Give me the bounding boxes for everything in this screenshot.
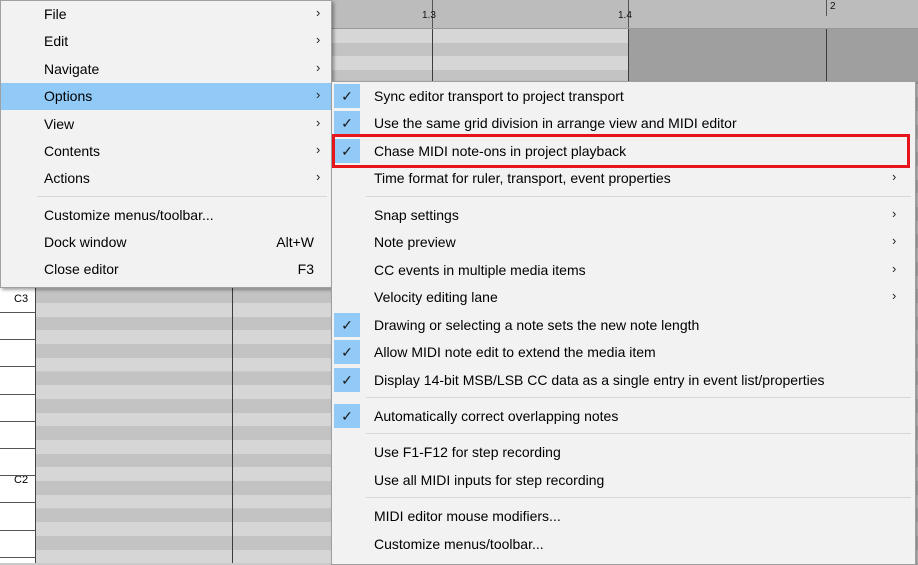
- chevron-right-icon: ›: [892, 206, 897, 221]
- piano-key-divider: [0, 475, 35, 477]
- checkmark-icon: ✓: [334, 404, 360, 428]
- menu-item-label: Sync editor transport to project transpo…: [374, 88, 624, 104]
- piano-key-divider: [0, 312, 35, 313]
- menu-item-label: File: [44, 6, 67, 22]
- ruler-label-1-4: 1.4: [618, 10, 632, 21]
- option-customize-menus[interactable]: Customize menus/toolbar...: [332, 531, 915, 557]
- piano-key-divider: [0, 502, 35, 504]
- chevron-right-icon: ›: [316, 115, 321, 130]
- piano-key-divider: [0, 339, 35, 341]
- piano-key-divider: [0, 529, 35, 531]
- option-same-grid-division[interactable]: ✓ Use the same grid division in arrange …: [332, 110, 915, 136]
- option-14bit-cc-single-entry[interactable]: ✓ Display 14-bit MSB/LSB CC data as a si…: [332, 367, 915, 393]
- menu-item-dock-window[interactable]: Dock window Alt+W: [1, 229, 331, 255]
- menu-item-contents[interactable]: Contents ›: [1, 138, 331, 164]
- piano-key-divider: [0, 556, 35, 558]
- checkmark-icon: ✓: [334, 111, 360, 135]
- piano-key-divider: [0, 393, 35, 395]
- menu-separator: [366, 497, 911, 498]
- chevron-right-icon: ›: [892, 169, 897, 184]
- menu-item-label: Note preview: [374, 234, 456, 250]
- chevron-right-icon: ›: [892, 261, 897, 276]
- option-extend-media-item[interactable]: ✓ Allow MIDI note edit to extend the med…: [332, 339, 915, 365]
- option-velocity-editing-lane[interactable]: Velocity editing lane ›: [332, 284, 915, 310]
- chevron-right-icon: ›: [316, 142, 321, 157]
- menu-item-close-editor[interactable]: Close editor F3: [1, 256, 331, 282]
- piano-key-divider: [0, 448, 35, 449]
- menu-separator: [366, 397, 911, 398]
- menu-item-file[interactable]: File ›: [1, 1, 331, 27]
- midi-editor-menu: File › Edit › Navigate › Options › View …: [0, 0, 332, 288]
- option-note-preview[interactable]: Note preview ›: [332, 229, 915, 255]
- menu-item-label: Drawing or selecting a note sets the new…: [374, 317, 700, 333]
- piano-key-divider: [0, 420, 35, 422]
- shortcut-label: F3: [297, 261, 314, 277]
- checkmark-icon: ✓: [334, 368, 360, 392]
- chevron-right-icon: ›: [892, 288, 897, 303]
- menu-item-label: Use F1-F12 for step recording: [374, 444, 561, 460]
- menu-item-label: Allow MIDI note edit to extend the media…: [374, 344, 656, 360]
- grid-shaded-region: [628, 29, 918, 84]
- menu-item-actions[interactable]: Actions ›: [1, 165, 331, 191]
- menu-item-label: MIDI editor mouse modifiers...: [374, 508, 561, 524]
- checkmark-icon: ✓: [334, 313, 360, 337]
- menu-item-label: Customize menus/toolbar...: [374, 536, 544, 552]
- menu-item-label: Customize menus/toolbar...: [44, 207, 214, 223]
- ruler-label-1-3: 1.3: [422, 10, 436, 21]
- menu-item-label: Velocity editing lane: [374, 289, 498, 305]
- chevron-right-icon: ›: [316, 169, 321, 184]
- menu-item-label: Automatically correct overlapping notes: [374, 408, 619, 424]
- menu-item-label: Snap settings: [374, 207, 459, 223]
- option-correct-overlapping-notes[interactable]: ✓ Automatically correct overlapping note…: [332, 403, 915, 429]
- chevron-right-icon: ›: [316, 32, 321, 47]
- option-sync-editor-transport[interactable]: ✓ Sync editor transport to project trans…: [332, 83, 915, 109]
- menu-item-label: Close editor: [44, 261, 119, 277]
- chevron-right-icon: ›: [316, 60, 321, 75]
- menu-separator: [37, 196, 327, 197]
- menu-separator: [366, 433, 911, 434]
- note-label-c3: C3: [14, 293, 29, 305]
- option-time-format[interactable]: Time format for ruler, transport, event …: [332, 165, 915, 191]
- menu-item-label: Display 14-bit MSB/LSB CC data as a sing…: [374, 372, 825, 388]
- menu-item-label: Actions: [44, 170, 90, 186]
- menu-item-edit[interactable]: Edit ›: [1, 28, 331, 54]
- menu-item-view[interactable]: View ›: [1, 111, 331, 137]
- menu-item-label: Contents: [44, 143, 101, 159]
- menu-item-label: Dock window: [44, 234, 127, 250]
- menu-item-label: Use all MIDI inputs for step recording: [374, 472, 605, 488]
- menu-item-label: Options: [44, 88, 93, 104]
- menu-item-label: CC events in multiple media items: [374, 262, 586, 278]
- menu-item-label: Use the same grid division in arrange vi…: [374, 115, 737, 131]
- menu-item-navigate[interactable]: Navigate ›: [1, 56, 331, 82]
- menu-separator: [366, 196, 911, 197]
- chevron-right-icon: ›: [316, 87, 321, 102]
- option-cc-events-multiple-items[interactable]: CC events in multiple media items ›: [332, 257, 915, 283]
- menu-item-label: Time format for ruler, transport, event …: [374, 170, 671, 186]
- ruler-tick: [826, 0, 827, 16]
- option-note-sets-length[interactable]: ✓ Drawing or selecting a note sets the n…: [332, 312, 915, 338]
- option-f1-f12-step-recording[interactable]: Use F1-F12 for step recording: [332, 439, 915, 465]
- option-mouse-modifiers[interactable]: MIDI editor mouse modifiers...: [332, 503, 915, 529]
- menu-item-label: Navigate: [44, 61, 100, 77]
- ruler-label-2: 2: [830, 1, 836, 12]
- chevron-right-icon: ›: [316, 5, 321, 20]
- chevron-right-icon: ›: [892, 233, 897, 248]
- piano-key-divider: [0, 366, 35, 368]
- menu-item-customize-menus[interactable]: Customize menus/toolbar...: [1, 202, 331, 228]
- option-snap-settings[interactable]: Snap settings ›: [332, 202, 915, 228]
- menu-item-label: View: [44, 116, 75, 132]
- piano-keyboard[interactable]: C3 C2: [0, 288, 36, 563]
- shortcut-label: Alt+W: [276, 234, 314, 250]
- checkmark-icon: ✓: [334, 84, 360, 108]
- checkmark-icon: ✓: [334, 340, 360, 364]
- annotation-highlight-box: [332, 134, 910, 168]
- menu-item-options[interactable]: Options ›: [1, 83, 331, 110]
- option-all-midi-inputs-step-recording[interactable]: Use all MIDI inputs for step recording: [332, 467, 915, 493]
- menu-item-label: Edit: [44, 33, 69, 49]
